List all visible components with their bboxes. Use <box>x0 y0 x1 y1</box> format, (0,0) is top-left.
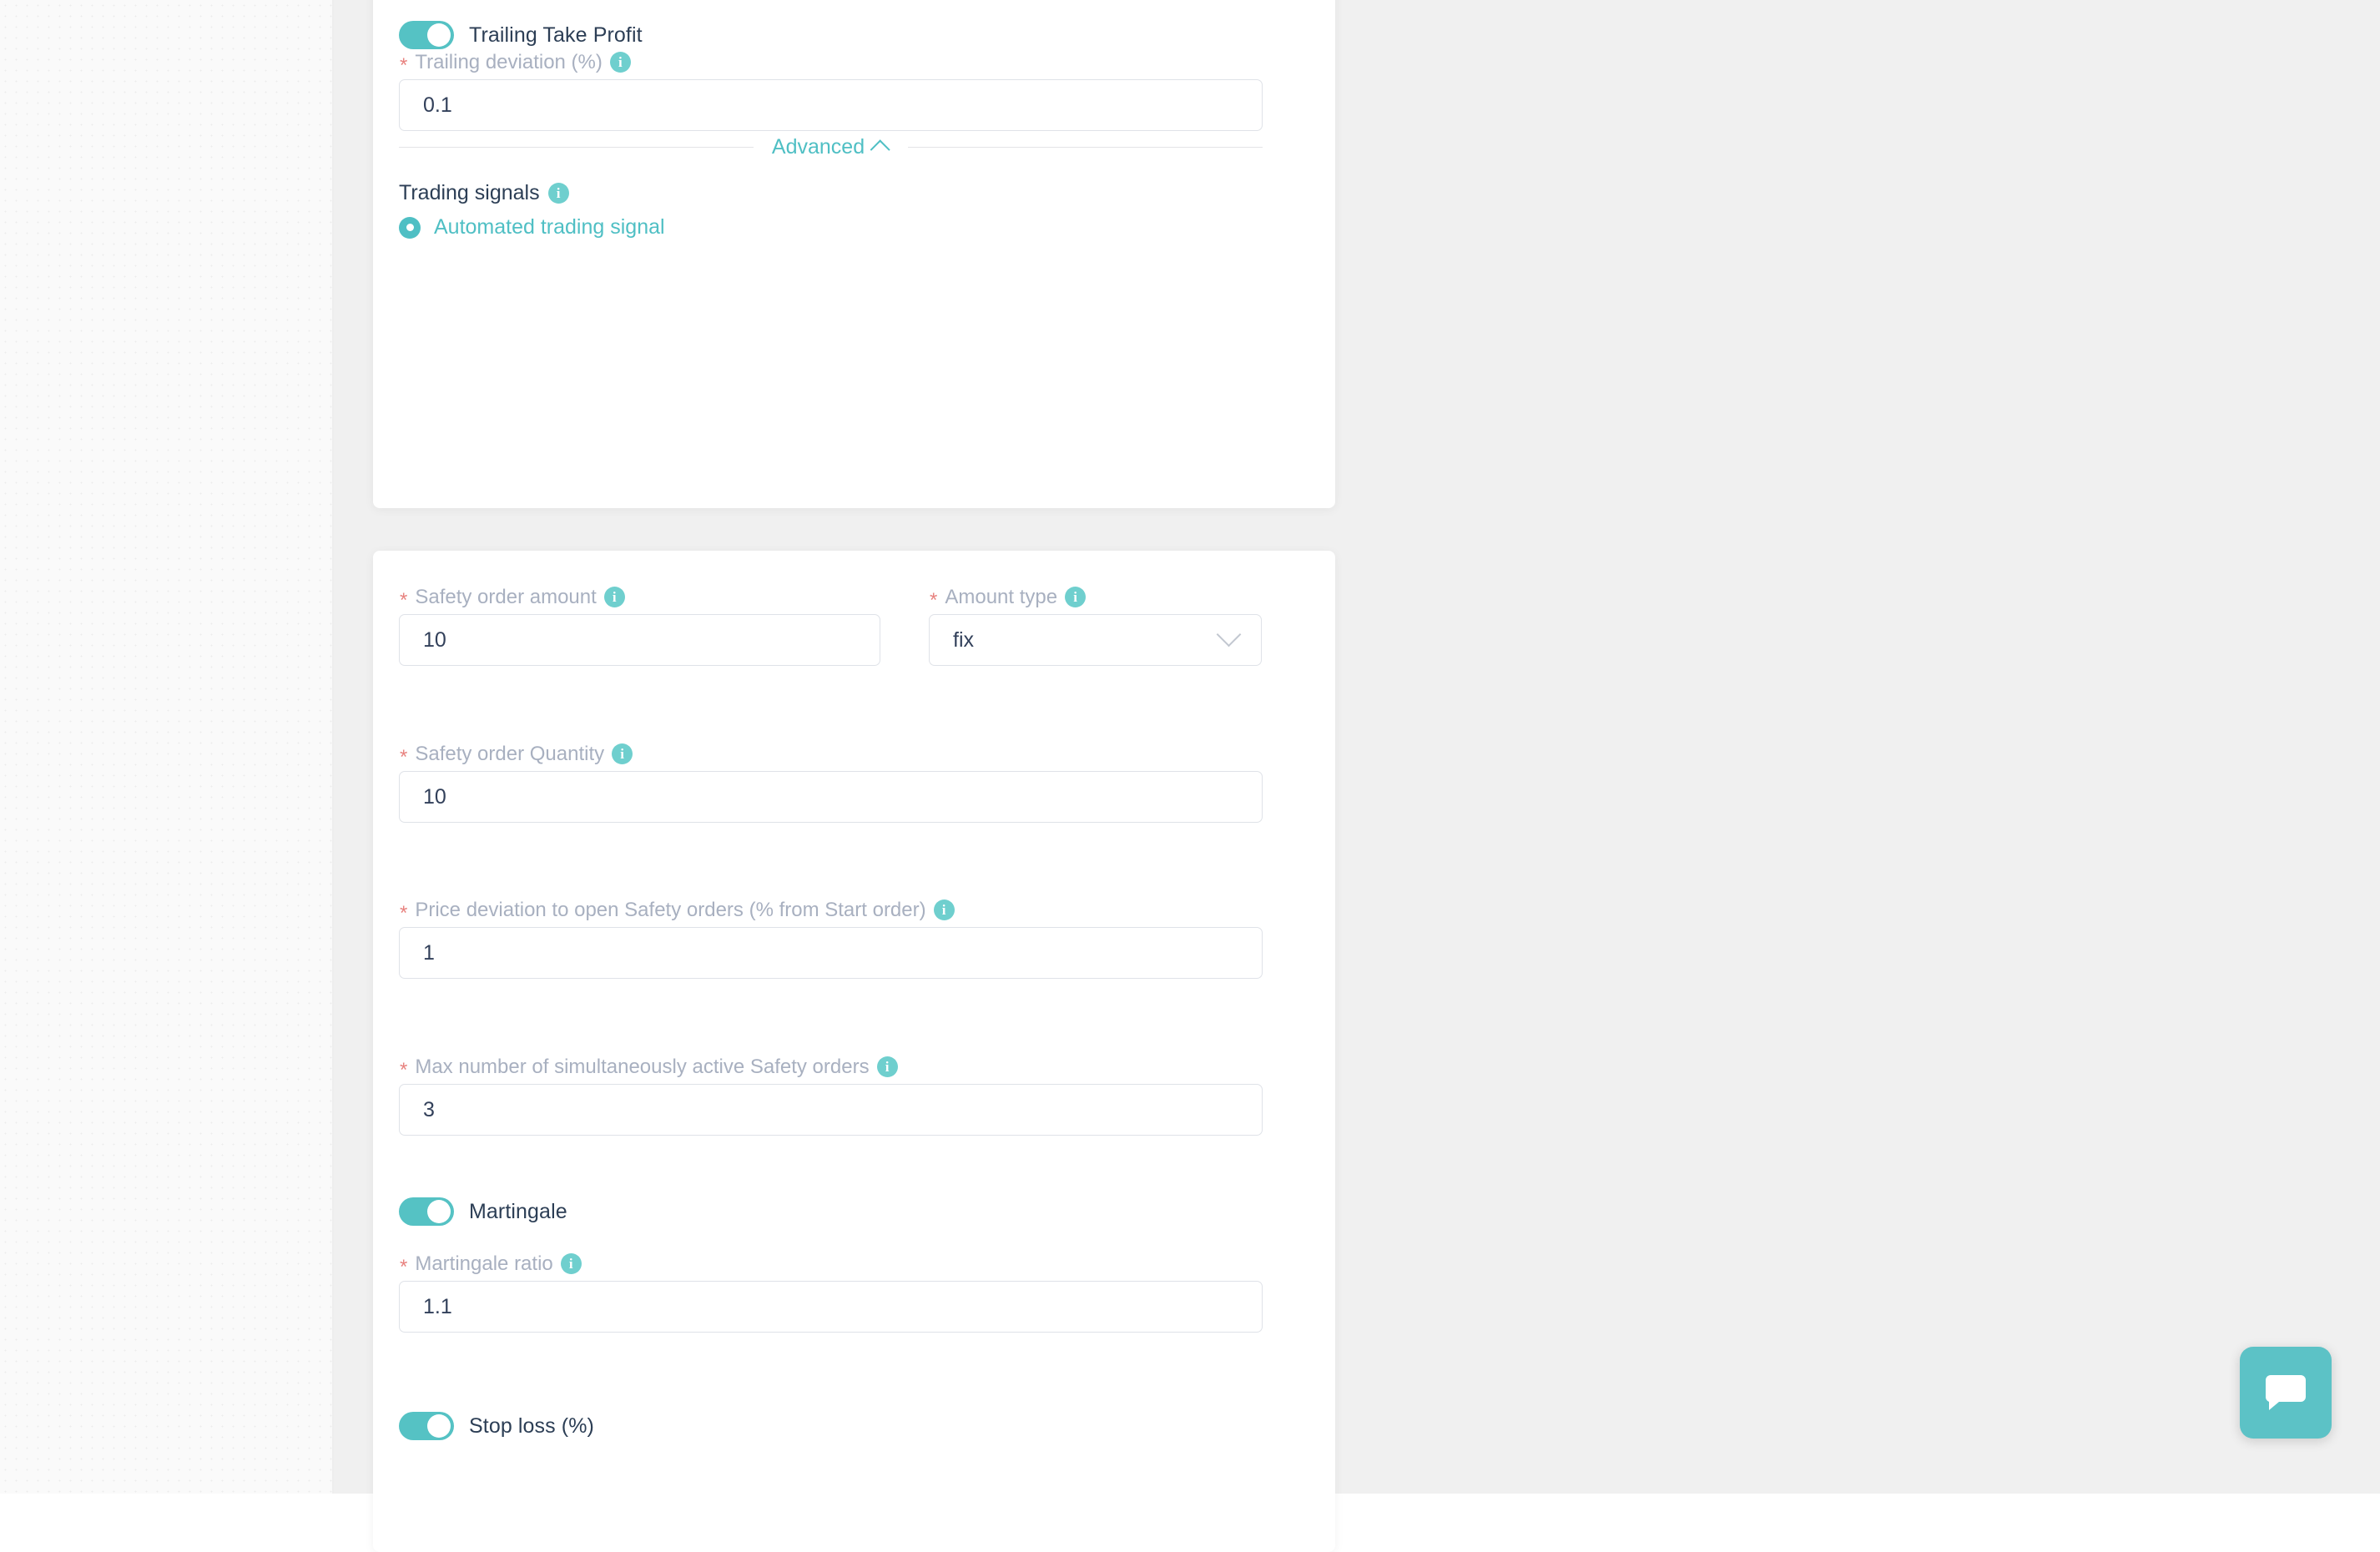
required-asterisk: * <box>400 588 408 612</box>
toggle-knob <box>427 23 451 47</box>
info-icon[interactable]: i <box>560 1253 582 1274</box>
amount-type-value: fix <box>953 627 974 652</box>
chevron-up-icon <box>870 139 890 160</box>
price-deviation-input[interactable]: 1 <box>399 927 1263 979</box>
advanced-divider[interactable]: Advanced <box>399 135 1263 160</box>
safety-order-quantity-value: 10 <box>423 784 446 809</box>
chevron-down-icon <box>1216 622 1242 647</box>
safety-order-quantity-label: Safety order Quantity <box>415 742 605 765</box>
trailing-take-profit-label: Trailing Take Profit <box>469 23 643 47</box>
trading-signals-label: Trading signals <box>399 181 540 204</box>
toggle-knob <box>427 1200 451 1223</box>
price-deviation-value: 1 <box>423 940 435 965</box>
stop-loss-toggle[interactable] <box>399 1412 454 1440</box>
martingale-ratio-input[interactable]: 1.1 <box>399 1281 1263 1333</box>
automated-trading-signal-label: Automated trading signal <box>434 215 665 239</box>
required-asterisk: * <box>400 901 408 925</box>
take-profit-card: Trailing Take Profit * Trailing deviatio… <box>373 0 1335 508</box>
content-right-gutter <box>1335 0 2380 1494</box>
martingale-toggle[interactable] <box>399 1197 454 1226</box>
info-icon[interactable]: i <box>933 899 955 920</box>
stop-loss-row[interactable]: Stop loss (%) <box>399 1412 594 1440</box>
info-icon[interactable]: i <box>603 587 625 607</box>
price-deviation-label-row: * Price deviation to open Safety orders … <box>400 898 955 923</box>
required-asterisk: * <box>400 745 408 768</box>
trailing-deviation-value: 0.1 <box>423 93 452 117</box>
max-active-safety-orders-label-row: * Max number of simultaneously active Sa… <box>400 1055 898 1080</box>
automated-trading-signal-radio[interactable]: Automated trading signal <box>399 215 665 239</box>
trading-signals-title: Trading signals i <box>399 181 569 205</box>
left-dotted-panel <box>0 0 334 1494</box>
martingale-label: Martingale <box>469 1199 567 1223</box>
trailing-deviation-label: Trailing deviation (%) <box>415 50 603 73</box>
required-asterisk: * <box>930 588 938 612</box>
amount-type-label-row: * Amount type i <box>930 585 1087 610</box>
max-active-safety-orders-input[interactable]: 3 <box>399 1084 1263 1136</box>
safety-order-amount-label: Safety order amount <box>415 585 597 608</box>
martingale-row[interactable]: Martingale <box>399 1197 567 1226</box>
trailing-take-profit-row[interactable]: Trailing Take Profit <box>399 21 643 49</box>
trailing-deviation-label-row: * Trailing deviation (%) i <box>400 50 631 77</box>
martingale-ratio-label-row: * Martingale ratio i <box>400 1252 582 1278</box>
info-icon[interactable]: i <box>876 1056 898 1077</box>
advanced-label: Advanced <box>771 135 865 159</box>
amount-type-label: Amount type <box>945 585 1058 608</box>
safety-order-amount-value: 10 <box>423 627 446 652</box>
trailing-take-profit-toggle[interactable] <box>399 21 454 49</box>
required-asterisk: * <box>400 1255 408 1278</box>
martingale-ratio-label: Martingale ratio <box>415 1252 553 1275</box>
price-deviation-label: Price deviation to open Safety orders (%… <box>415 898 926 921</box>
chat-bubble-icon <box>2265 1375 2306 1410</box>
toggle-knob <box>427 1414 451 1438</box>
max-active-safety-orders-value: 3 <box>423 1097 435 1121</box>
required-asterisk: * <box>400 1058 408 1081</box>
amount-type-select[interactable]: fix <box>929 614 1262 666</box>
chat-widget-button[interactable] <box>2240 1347 2332 1439</box>
app-page: Trailing Take Profit * Trailing deviatio… <box>0 0 2380 1552</box>
trailing-deviation-input[interactable]: 0.1 <box>399 79 1263 131</box>
stop-loss-label: Stop loss (%) <box>469 1413 594 1438</box>
divider-line-left <box>399 147 754 148</box>
radio-selected-icon[interactable] <box>399 216 421 239</box>
info-icon[interactable]: i <box>547 183 569 204</box>
safety-orders-card: * Safety order amount i 10 * Amount type… <box>373 551 1335 1552</box>
info-icon[interactable]: i <box>609 52 631 73</box>
divider-line-right <box>908 147 1263 148</box>
safety-order-amount-input[interactable]: 10 <box>399 614 880 666</box>
safety-order-quantity-label-row: * Safety order Quantity i <box>400 742 633 767</box>
info-icon[interactable]: i <box>612 743 633 764</box>
required-asterisk: * <box>400 53 408 77</box>
info-icon[interactable]: i <box>1065 587 1087 607</box>
safety-order-amount-label-row: * Safety order amount i <box>400 585 625 610</box>
safety-order-quantity-input[interactable]: 10 <box>399 771 1263 823</box>
martingale-ratio-value: 1.1 <box>423 1294 452 1318</box>
max-active-safety-orders-label: Max number of simultaneously active Safe… <box>415 1055 870 1078</box>
advanced-toggle[interactable]: Advanced <box>754 135 908 160</box>
